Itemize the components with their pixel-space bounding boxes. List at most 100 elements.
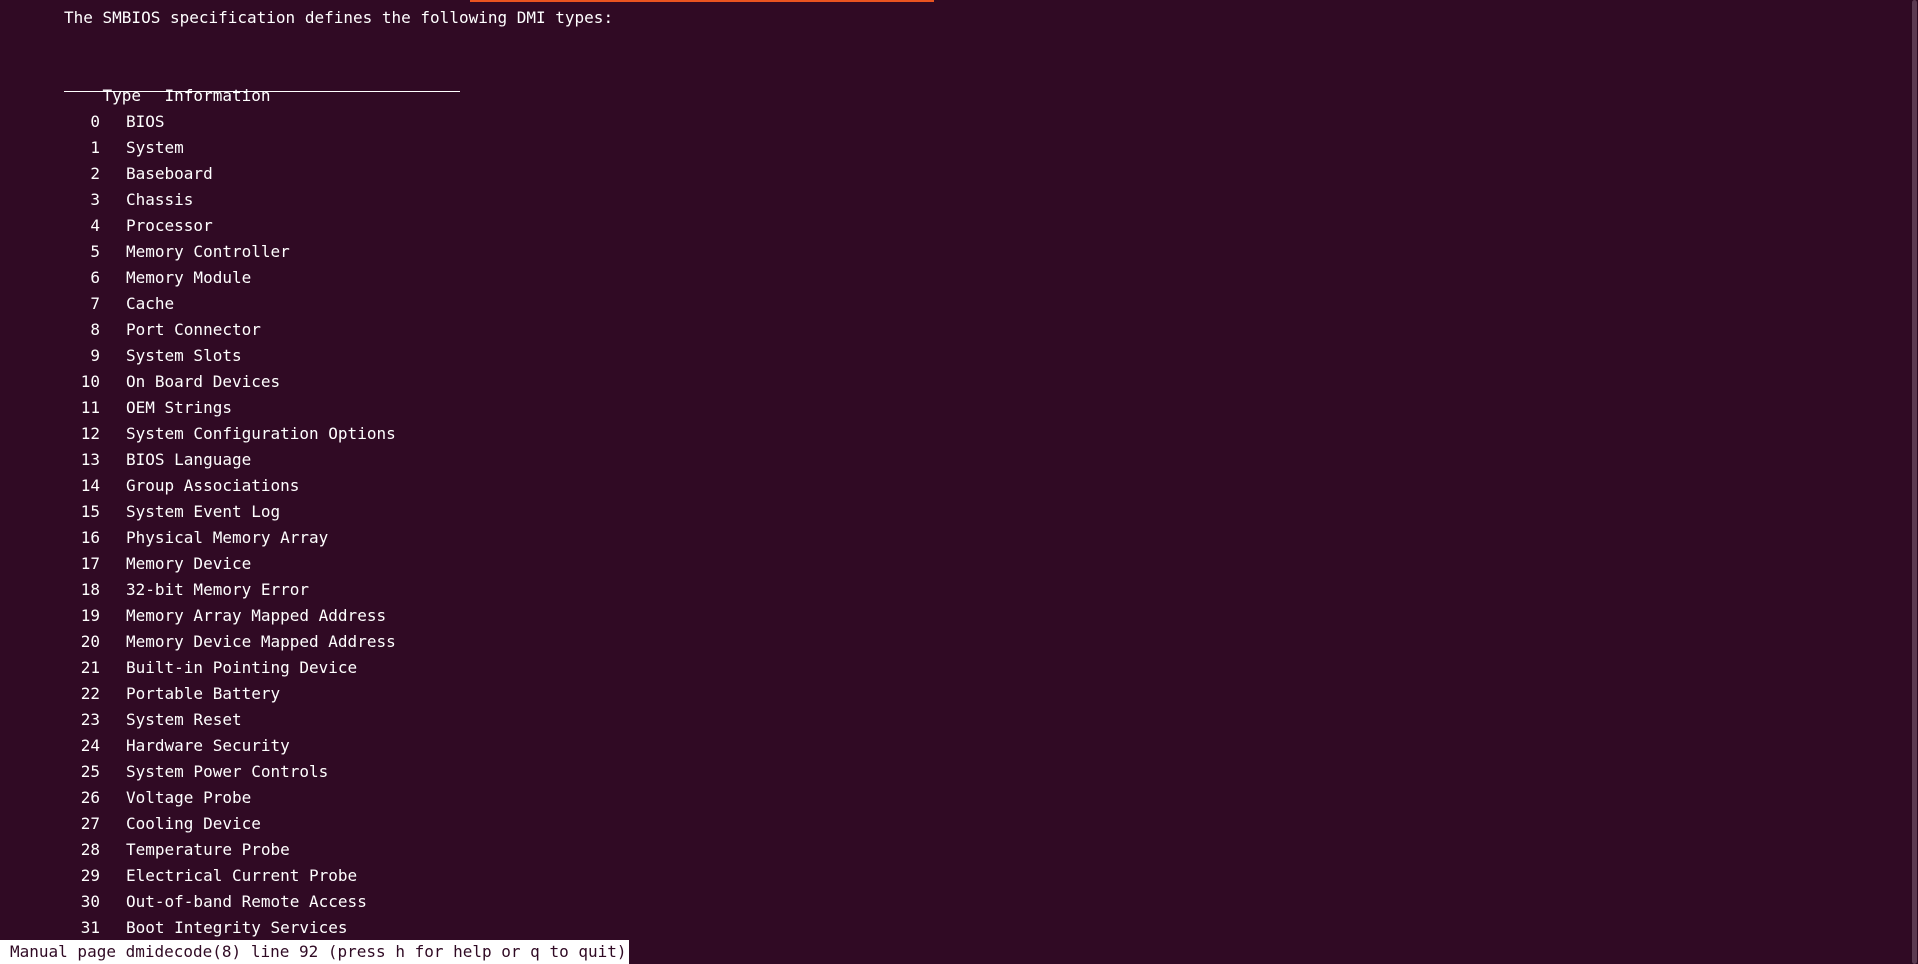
dmi-type-number: 29 [80,866,100,885]
table-row: 16 Physical Memory Array [64,525,396,551]
table-row: 21 Built-in Pointing Device [64,655,396,681]
dmi-type-label: Temperature Probe [126,840,290,859]
table-row: 12 System Configuration Options [64,421,396,447]
dmi-type-label: Memory Device [126,554,252,573]
dmi-type-label: Memory Module [126,268,252,287]
table-row: 28 Temperature Probe [64,837,396,863]
dmi-type-label: System Configuration Options [126,424,396,443]
dmi-type-number: 14 [80,476,100,495]
dmi-type-number: 10 [80,372,100,391]
table-row: 2 Baseboard [64,161,396,187]
header-rule [64,91,460,92]
table-row: 8 Port Connector [64,317,396,343]
table-row: 25 System Power Controls [64,759,396,785]
table-row: 18 32-bit Memory Error [64,577,396,603]
dmi-type-number: 8 [90,320,100,339]
dmi-type-number: 3 [90,190,100,209]
table-row: 20 Memory Device Mapped Address [64,629,396,655]
dmi-type-label: Group Associations [126,476,300,495]
dmi-type-number: 16 [80,528,100,547]
dmi-type-label: System Slots [126,346,242,365]
dmi-type-label: Port Connector [126,320,261,339]
dmi-type-number: 5 [90,242,100,261]
dmi-type-number: 4 [90,216,100,235]
dmi-type-number: 25 [80,762,100,781]
dmi-type-label: Boot Integrity Services [126,918,348,937]
table-row: 30 Out-of-band Remote Access [64,889,396,915]
dmi-type-label: Cooling Device [126,814,261,833]
dmi-type-label: Processor [126,216,213,235]
table-row: 9 System Slots [64,343,396,369]
table-row: 14 Group Associations [64,473,396,499]
scrollbar[interactable] [1910,0,1918,964]
dmi-type-number: 19 [80,606,100,625]
table-row: 5 Memory Controller [64,239,396,265]
dmi-type-label: Chassis [126,190,194,209]
dmi-type-label: Voltage Probe [126,788,252,807]
dmi-type-number: 24 [80,736,100,755]
dmi-type-number: 12 [80,424,100,443]
dmi-type-number: 18 [80,580,100,599]
dmi-type-number: 22 [80,684,100,703]
terminal-output[interactable]: The SMBIOS specification defines the fol… [0,0,1910,964]
dmi-type-number: 26 [80,788,100,807]
dmi-type-label: Memory Device Mapped Address [126,632,396,651]
pager-status-line: Manual page dmidecode(8) line 92 (press … [0,940,629,964]
dmi-type-number: 30 [80,892,100,911]
dmi-type-label: Baseboard [126,164,213,183]
table-row: 24 Hardware Security [64,733,396,759]
dmi-type-label: System Reset [126,710,242,729]
table-row: 0 BIOS [64,109,396,135]
table-row: 17 Memory Device [64,551,396,577]
dmi-type-label: 32-bit Memory Error [126,580,310,599]
dmi-type-number: 6 [90,268,100,287]
table-row: 4 Processor [64,213,396,239]
dmi-type-number: 0 [90,112,100,131]
table-row: 1 System [64,135,396,161]
dmi-type-number: 11 [80,398,100,417]
dmi-type-number: 1 [90,138,100,157]
dmi-type-number: 2 [90,164,100,183]
table-row: 13 BIOS Language [64,447,396,473]
dmi-type-label: Hardware Security [126,736,290,755]
dmi-type-number: 31 [80,918,100,937]
scrollbar-thumb[interactable] [1912,0,1917,964]
table-row: 11 OEM Strings [64,395,396,421]
table-row: 10 On Board Devices [64,369,396,395]
dmi-type-number: 23 [80,710,100,729]
dmi-type-label: BIOS Language [126,450,252,469]
dmi-type-list: 0 BIOS 1 System 2 Baseboard 3 Chassis 4 Processor… [64,109,396,941]
table-row: 27 Cooling Device [64,811,396,837]
dmi-type-label: System Event Log [126,502,281,521]
dmi-type-number: 21 [80,658,100,677]
table-row: 29 Electrical Current Probe [64,863,396,889]
table-row: 22 Portable Battery [64,681,396,707]
dmi-type-number: 9 [90,346,100,365]
table-row: 19 Memory Array Mapped Address [64,603,396,629]
dmi-type-label: Memory Array Mapped Address [126,606,387,625]
header-type: Type [102,86,142,105]
dmi-type-label: System [126,138,184,157]
dmi-type-number: 20 [80,632,100,651]
table-row: 23 System Reset [64,707,396,733]
dmi-type-label: Built-in Pointing Device [126,658,358,677]
dmi-type-number: 17 [80,554,100,573]
table-row: 3 Chassis [64,187,396,213]
dmi-type-number: 13 [80,450,100,469]
header-information: Information [164,86,271,105]
dmi-type-number: 28 [80,840,100,859]
dmi-type-label: OEM Strings [126,398,232,417]
table-row: 7 Cache [64,291,396,317]
table-row: 31 Boot Integrity Services [64,915,396,941]
intro-text: The SMBIOS specification defines the fol… [64,8,614,27]
table-header: Type Information [64,57,271,105]
dmi-type-label: On Board Devices [126,372,281,391]
dmi-type-label: Physical Memory Array [126,528,329,547]
dmi-type-label: System Power Controls [126,762,329,781]
dmi-type-number: 15 [80,502,100,521]
table-row: 26 Voltage Probe [64,785,396,811]
table-row: 6 Memory Module [64,265,396,291]
dmi-type-label: Electrical Current Probe [126,866,358,885]
dmi-type-label: Portable Battery [126,684,281,703]
dmi-type-label: Out-of-band Remote Access [126,892,367,911]
